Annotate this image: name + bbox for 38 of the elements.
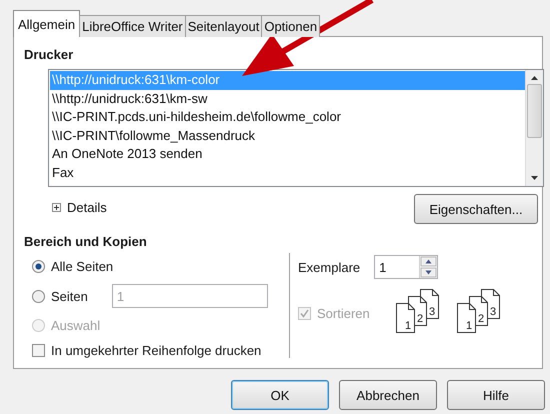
spin-up-button[interactable] bbox=[420, 256, 438, 267]
radio-label: Auswahl bbox=[51, 318, 100, 333]
printer-item[interactable]: \\http://unidruck:631\km-sw bbox=[50, 90, 525, 108]
tab[interactable]: Optionen bbox=[261, 15, 320, 37]
radio-button[interactable] bbox=[32, 290, 45, 302]
page-number: 1 bbox=[405, 320, 412, 332]
scrollbar[interactable] bbox=[525, 70, 543, 186]
plus-icon bbox=[52, 203, 61, 212]
properties-button[interactable]: Eigenschaften... bbox=[414, 194, 538, 224]
dialog-button[interactable]: Hilfe bbox=[447, 380, 545, 410]
printer-item[interactable]: Fax bbox=[50, 164, 525, 183]
spin-down-button[interactable] bbox=[420, 267, 438, 278]
page-number: 2 bbox=[478, 313, 484, 325]
radio-label: Seiten bbox=[51, 288, 88, 304]
details-expander[interactable]: Details bbox=[52, 200, 107, 215]
dialog-button[interactable]: Abbrechen bbox=[339, 380, 437, 410]
tab[interactable]: LibreOffice Writer bbox=[79, 15, 186, 37]
printer-item[interactable]: \\IC-PRINT\followme_Massendruck bbox=[50, 126, 525, 146]
section-heading: Bereich und Kopien bbox=[24, 234, 148, 249]
checkbox-label: In umgekehrter Reihenfolge drucken bbox=[51, 343, 262, 358]
section-heading: Drucker bbox=[24, 47, 74, 62]
radio-label: Alle Seiten bbox=[51, 259, 114, 274]
printer-item[interactable]: \\IC-PRINT.pcds.uni-hildesheim.de\followme_color bbox=[50, 108, 525, 127]
copies-spinbox[interactable]: 1 bbox=[374, 255, 438, 279]
page-number: 1 bbox=[466, 320, 472, 332]
tab[interactable]: Seitenlayout bbox=[184, 15, 262, 37]
page-number: 2 bbox=[417, 313, 424, 325]
copies-label: Exemplare bbox=[298, 260, 360, 274]
scroll-up-icon[interactable] bbox=[531, 76, 538, 80]
page-number: 3 bbox=[490, 306, 496, 318]
tab[interactable]: Allgemein bbox=[13, 10, 80, 37]
checkbox-label: Sortieren bbox=[317, 306, 370, 321]
scroll-down-icon[interactable] bbox=[531, 176, 538, 180]
checkbox[interactable] bbox=[32, 344, 45, 357]
page-number: 3 bbox=[429, 306, 436, 318]
printer-item[interactable]: An OneNote 2013 senden bbox=[50, 145, 525, 164]
radio-button[interactable] bbox=[32, 260, 45, 273]
dialog-button[interactable]: OK bbox=[231, 380, 329, 410]
